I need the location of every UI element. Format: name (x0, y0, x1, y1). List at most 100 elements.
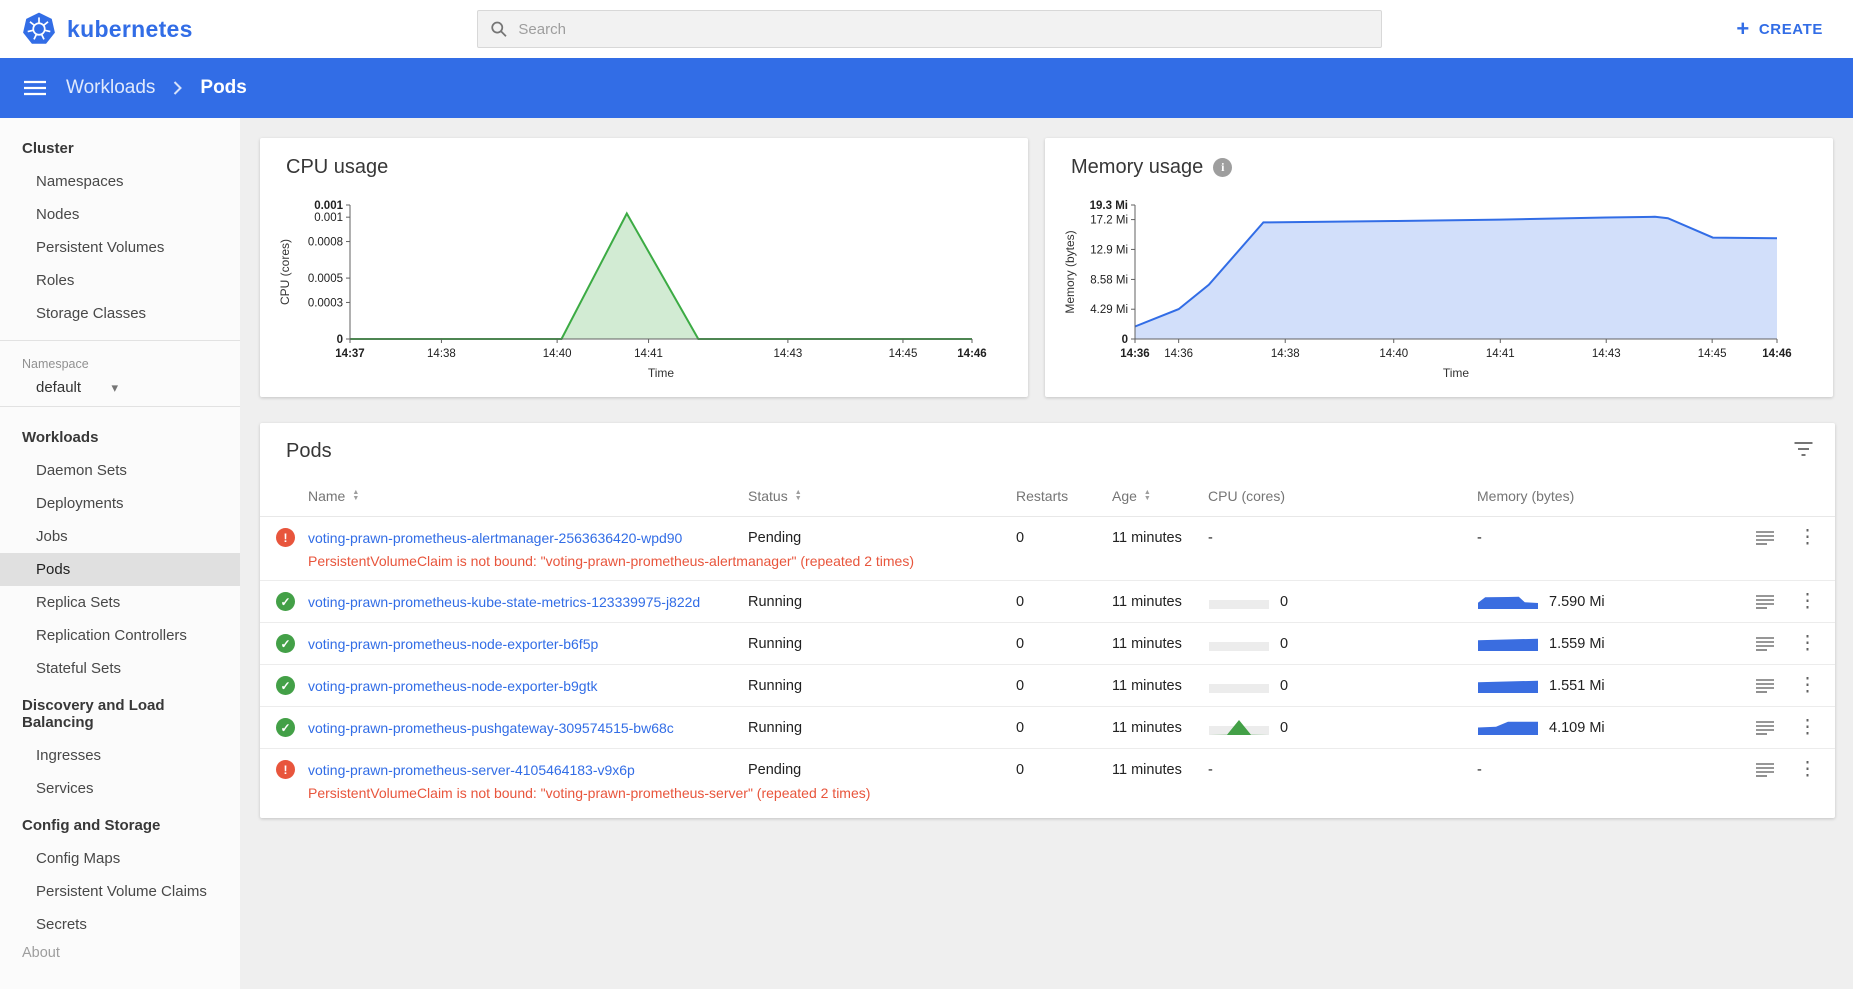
svg-text:0.0005: 0.0005 (308, 273, 343, 285)
sidebar-item-replica-sets[interactable]: Replica Sets (0, 586, 240, 619)
breadcrumb-parent[interactable]: Workloads (66, 77, 155, 99)
table-row: ✓ voting-prawn-prometheus-node-exporter-… (276, 665, 1819, 706)
svg-text:12.9 Mi: 12.9 Mi (1090, 244, 1128, 256)
pod-row-group: ✓ voting-prawn-prometheus-node-exporter-… (260, 665, 1835, 707)
sidebar-item-config-maps[interactable]: Config Maps (0, 842, 240, 875)
pods-title: Pods (286, 440, 332, 462)
create-button[interactable]: + CREATE (1736, 0, 1823, 58)
sidebar-section-config-storage: Config and Storage (22, 817, 161, 834)
menu-icon[interactable] (24, 80, 46, 96)
pod-restarts: 0 (1016, 719, 1025, 736)
sidebar-item-about[interactable]: About (22, 945, 60, 961)
sidebar-item-namespaces[interactable]: Namespaces (0, 165, 240, 198)
pods-table-card: Pods Name ▲ ▼ Status ▲ ▼ Restarts Age ▲ ▼ C… (260, 423, 1835, 818)
svg-text:19.3 Mi: 19.3 Mi (1090, 200, 1128, 212)
sidebar-item-jobs[interactable]: Jobs (0, 520, 240, 553)
sidebar-item-daemon-sets[interactable]: Daemon Sets (0, 454, 240, 487)
sidebar-item-storage-classes[interactable]: Storage Classes (0, 297, 240, 330)
kebab-menu-icon[interactable]: ⋮ (1798, 634, 1817, 653)
logs-icon[interactable] (1756, 678, 1774, 693)
namespace-label: Namespace (22, 357, 89, 371)
pod-restarts: 0 (1016, 677, 1025, 694)
svg-text:8.58 Mi: 8.58 Mi (1090, 274, 1128, 286)
sidebar-section-discovery: Discovery and Load Balancing (22, 697, 165, 731)
logs-icon[interactable] (1756, 636, 1774, 651)
filter-icon[interactable] (1794, 441, 1813, 462)
pod-restarts: 0 (1016, 529, 1025, 546)
kebab-menu-icon[interactable]: ⋮ (1798, 760, 1817, 779)
cpu-sparkline (1209, 600, 1269, 609)
memory-sparkline (1478, 721, 1538, 735)
column-memory: Memory (bytes) (1477, 487, 1575, 504)
sidebar-item-services[interactable]: Services (0, 772, 240, 805)
pod-name-link[interactable]: voting-prawn-prometheus-server-410546418… (308, 762, 748, 778)
svg-text:0.0008: 0.0008 (308, 237, 343, 249)
kebab-menu-icon[interactable]: ⋮ (1798, 592, 1817, 611)
brand-name: kubernetes (67, 15, 193, 42)
pod-name-link[interactable]: voting-prawn-prometheus-node-exporter-b9… (308, 678, 748, 694)
pod-status: Pending (748, 529, 802, 546)
search-input[interactable] (518, 20, 1369, 38)
sort-icon[interactable]: ▲ ▼ (352, 489, 359, 502)
pod-age: 11 minutes (1112, 529, 1182, 546)
logs-icon[interactable] (1756, 762, 1774, 777)
sidebar-item-replication-controllers[interactable]: Replication Controllers (0, 619, 240, 652)
cpu-sparkline (1209, 642, 1269, 651)
pod-warning-message: PersistentVolumeClaim is not bound: "vot… (308, 785, 871, 801)
pod-cpu: - (1208, 761, 1213, 778)
pod-row-group: ! voting-prawn-prometheus-server-4105464… (260, 749, 1835, 801)
table-row: ! voting-prawn-prometheus-alertmanager-2… (276, 517, 1819, 558)
svg-text:14:43: 14:43 (1592, 348, 1621, 360)
pod-status: Running (748, 719, 803, 736)
pod-cpu: 0 (1208, 594, 1477, 610)
sidebar-item-persistent-volume-claims[interactable]: Persistent Volume Claims (0, 875, 240, 908)
pod-age: 11 minutes (1112, 593, 1182, 610)
info-icon[interactable]: i (1213, 158, 1233, 177)
logs-icon[interactable] (1756, 594, 1774, 609)
pod-name-link[interactable]: voting-prawn-prometheus-node-exporter-b6… (308, 636, 748, 652)
kebab-menu-icon[interactable]: ⋮ (1798, 676, 1817, 695)
logs-icon[interactable] (1756, 720, 1774, 735)
sidebar-item-pods[interactable]: Pods (0, 553, 240, 586)
brand[interactable]: kubernetes (0, 12, 193, 46)
memory-sparkline (1478, 596, 1538, 609)
sort-icon[interactable]: ▲ ▼ (1144, 489, 1151, 502)
sidebar-item-ingresses[interactable]: Ingresses (0, 739, 240, 772)
sidebar-item-stateful-sets[interactable]: Stateful Sets (0, 652, 240, 685)
sort-icon[interactable]: ▲ ▼ (795, 489, 802, 502)
pod-cpu: 0 (1208, 720, 1477, 736)
svg-text:14:37: 14:37 (335, 348, 364, 360)
kebab-menu-icon[interactable]: ⋮ (1798, 528, 1817, 547)
svg-text:14:46: 14:46 (957, 348, 986, 360)
svg-text:0: 0 (1122, 334, 1128, 346)
success-status-icon: ✓ (276, 718, 295, 737)
svg-text:CPU (cores): CPU (cores) (278, 239, 292, 305)
chevron-down-icon: ▾ (111, 379, 118, 395)
svg-text:14:41: 14:41 (634, 348, 663, 360)
svg-text:14:43: 14:43 (773, 348, 802, 360)
pod-name-link[interactable]: voting-prawn-prometheus-pushgateway-3095… (308, 720, 748, 736)
sidebar-item-persistent-volumes[interactable]: Persistent Volumes (0, 231, 240, 264)
kebab-menu-icon[interactable]: ⋮ (1798, 718, 1817, 737)
error-status-icon: ! (276, 528, 295, 547)
search-bar[interactable] (477, 10, 1382, 48)
plus-icon: + (1736, 16, 1750, 41)
sidebar-item-secrets[interactable]: Secrets (0, 908, 240, 941)
sidebar-item-nodes[interactable]: Nodes (0, 198, 240, 231)
pod-status: Pending (748, 761, 802, 778)
pod-name-link[interactable]: voting-prawn-prometheus-alertmanager-256… (308, 530, 748, 546)
pod-name-link[interactable]: voting-prawn-prometheus-kube-state-metri… (308, 594, 748, 610)
svg-text:17.2 Mi: 17.2 Mi (1090, 215, 1128, 227)
sidebar-item-deployments[interactable]: Deployments (0, 487, 240, 520)
table-row: ✓ voting-prawn-prometheus-node-exporter-… (276, 623, 1819, 664)
svg-text:14:46: 14:46 (1762, 348, 1791, 360)
column-cpu: CPU (cores) (1208, 487, 1286, 504)
logs-icon[interactable] (1756, 530, 1774, 545)
success-status-icon: ✓ (276, 592, 295, 611)
error-status-icon: ! (276, 760, 295, 779)
sidebar-item-roles[interactable]: Roles (0, 264, 240, 297)
svg-text:Time: Time (1443, 366, 1470, 380)
namespace-select[interactable]: default ▾ (36, 379, 118, 396)
cpu-usage-card: CPU usage 0.001 0.001 0.0008 0.0005 0.0003 0 1… (260, 138, 1028, 397)
column-age: Age (1112, 487, 1137, 504)
